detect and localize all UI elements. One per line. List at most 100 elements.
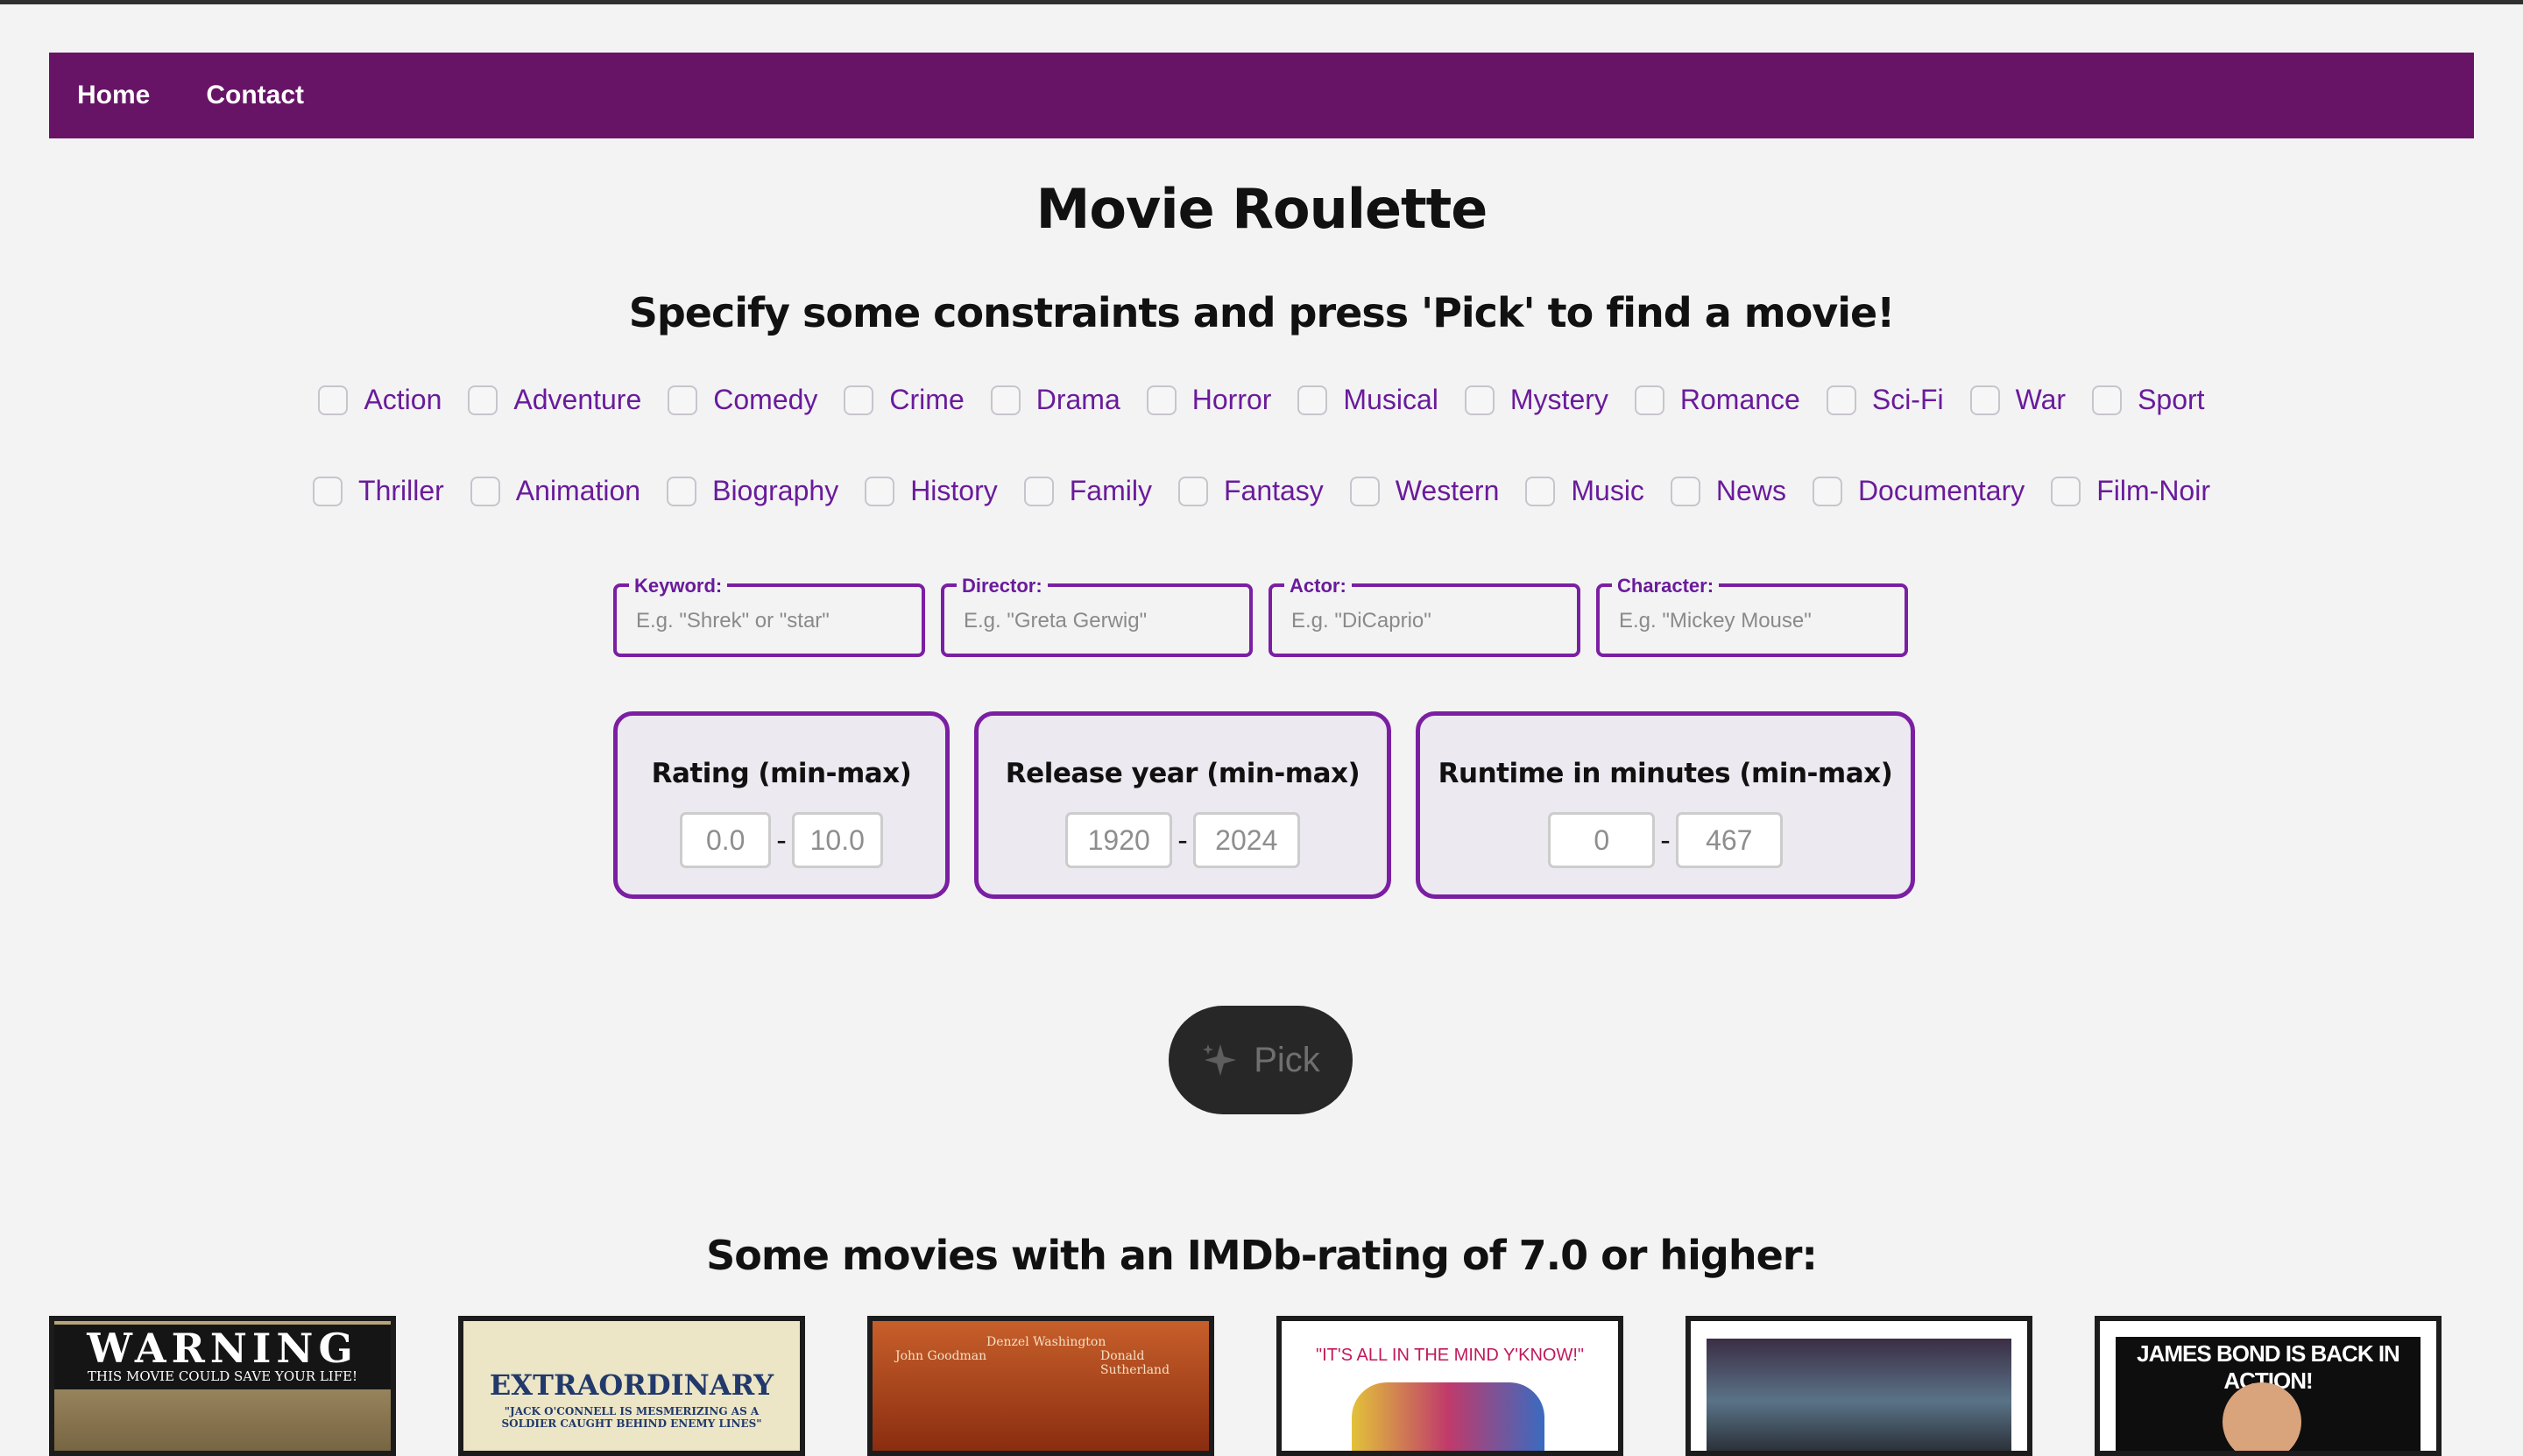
genre-label[interactable]: Thriller [358, 475, 444, 507]
genre-label[interactable]: Musical [1343, 384, 1438, 416]
genre-label[interactable]: Fantasy [1224, 475, 1324, 507]
genre-war[interactable]: War [1969, 384, 2066, 416]
movie-poster[interactable]: EXTRAORDINARY "JACK O'CONNELL IS MESMERI… [458, 1316, 805, 1456]
pick-button[interactable]: Pick [1169, 1006, 1353, 1114]
movie-poster[interactable] [1686, 1316, 2032, 1456]
nav-home-link[interactable]: Home [77, 81, 150, 110]
movie-poster[interactable]: John Goodman Denzel Washington Donald Su… [867, 1316, 1214, 1456]
rating-max-input[interactable]: 10.0 [791, 812, 883, 868]
genre-checkbox[interactable] [1670, 476, 1700, 506]
poster-warning-tagline: THIS MOVIE COULD SAVE YOUR LIFE! [54, 1368, 391, 1389]
genre-checkbox[interactable] [1146, 385, 1177, 415]
genre-label[interactable]: Adventure [513, 384, 641, 416]
genre-checkbox[interactable] [2051, 476, 2081, 506]
genre-romance[interactable]: Romance [1634, 384, 1800, 416]
genre-news[interactable]: News [1670, 475, 1786, 507]
genre-label[interactable]: Western [1396, 475, 1500, 507]
genre-animation[interactable]: Animation [470, 475, 640, 507]
genre-label[interactable]: Biography [712, 475, 838, 507]
genre-checkbox[interactable] [470, 476, 500, 506]
genre-checkbox[interactable] [1023, 476, 1054, 506]
year-min-input[interactable]: 1920 [1065, 812, 1173, 868]
genre-fantasy[interactable]: Fantasy [1177, 475, 1324, 507]
page-subtitle: Specify some constraints and press 'Pick… [628, 289, 1895, 336]
genre-checkbox[interactable] [1349, 476, 1380, 506]
featured-movies-heading: Some movies with an IMDb-rating of 7.0 o… [706, 1232, 1818, 1279]
genre-checkbox[interactable] [844, 385, 874, 415]
poster-artwork [1707, 1339, 2011, 1451]
poster-artwork [1352, 1382, 1544, 1451]
movie-poster[interactable]: JAMES BOND IS BACK IN ACTION! [2095, 1316, 2442, 1456]
genre-label[interactable]: Crime [889, 384, 964, 416]
genre-history[interactable]: History [865, 475, 998, 507]
genre-label[interactable]: History [910, 475, 998, 507]
genre-sport[interactable]: Sport [2092, 384, 2205, 416]
genre-film-noir[interactable]: Film-Noir [2051, 475, 2210, 507]
genre-label[interactable]: Documentary [1858, 475, 2025, 507]
genre-comedy[interactable]: Comedy [668, 384, 817, 416]
genre-label[interactable]: Action [364, 384, 442, 416]
genre-thriller[interactable]: Thriller [313, 475, 444, 507]
genre-music[interactable]: Music [1525, 475, 1644, 507]
poster-credit: John Goodman [895, 1349, 987, 1363]
genre-documentary[interactable]: Documentary [1812, 475, 2025, 507]
genre-checkbox[interactable] [2092, 385, 2123, 415]
genre-checkbox[interactable] [313, 476, 343, 506]
genre-label[interactable]: Drama [1036, 384, 1120, 416]
genre-family[interactable]: Family [1023, 475, 1152, 507]
genre-checkbox[interactable] [667, 476, 697, 506]
director-input[interactable] [962, 608, 1237, 634]
genre-checkbox[interactable] [1297, 385, 1328, 415]
genre-adventure[interactable]: Adventure [468, 384, 641, 416]
genre-checkbox[interactable] [990, 385, 1021, 415]
genre-western[interactable]: Western [1349, 475, 1500, 507]
runtime-max-input[interactable]: 467 [1675, 812, 1783, 868]
genre-checkbox[interactable] [865, 476, 895, 506]
genre-checkbox[interactable] [1812, 476, 1842, 506]
genre-label[interactable]: Family [1070, 475, 1152, 507]
genre-label[interactable]: War [2016, 384, 2066, 416]
genre-checkbox[interactable] [1464, 385, 1495, 415]
genre-mystery[interactable]: Mystery [1464, 384, 1608, 416]
genre-crime[interactable]: Crime [844, 384, 965, 416]
rating-min-input[interactable]: 0.0 [680, 812, 772, 868]
runtime-min-input[interactable]: 0 [1548, 812, 1656, 868]
genre-label[interactable]: Animation [516, 475, 640, 507]
actor-label: Actor: [1284, 575, 1352, 597]
actor-input[interactable] [1290, 608, 1565, 634]
keyword-input[interactable] [634, 608, 909, 634]
movie-poster[interactable]: "IT'S ALL IN THE MIND Y'KNOW!" [1276, 1316, 1623, 1456]
genre-checkbox[interactable] [1826, 385, 1856, 415]
genre-label[interactable]: Sci-Fi [1872, 384, 1944, 416]
genre-checkbox[interactable] [318, 385, 349, 415]
character-input[interactable] [1617, 608, 1892, 634]
genre-checkbox[interactable] [668, 385, 698, 415]
genre-label[interactable]: Music [1571, 475, 1644, 507]
nav-contact-link[interactable]: Contact [206, 81, 304, 110]
genre-checkbox[interactable] [1177, 476, 1208, 506]
genre-biography[interactable]: Biography [667, 475, 838, 507]
genre-label[interactable]: News [1716, 475, 1786, 507]
genre-checkbox[interactable] [1634, 385, 1664, 415]
genre-horror[interactable]: Horror [1146, 384, 1272, 416]
genre-row-2: Thriller Animation Biography History Family F… [0, 475, 2523, 507]
genre-label[interactable]: Mystery [1510, 384, 1608, 416]
genre-musical[interactable]: Musical [1297, 384, 1438, 416]
genre-label[interactable]: Romance [1680, 384, 1800, 416]
actor-field: Actor: [1269, 575, 1580, 657]
genre-label[interactable]: Horror [1192, 384, 1272, 416]
runtime-range: Runtime in minutes (min-max) 0 - 467 [1416, 711, 1915, 899]
genre-label[interactable]: Sport [2138, 384, 2204, 416]
rating-range: Rating (min-max) 0.0 - 10.0 [613, 711, 950, 899]
movie-poster[interactable]: WARNING THIS MOVIE COULD SAVE YOUR LIFE! [49, 1316, 396, 1456]
year-max-input[interactable]: 2024 [1192, 812, 1300, 868]
genre-drama[interactable]: Drama [990, 384, 1120, 416]
genre-checkbox[interactable] [1969, 385, 2000, 415]
genre-label[interactable]: Film-Noir [2096, 475, 2210, 507]
year-range: Release year (min-max) 1920 - 2024 [974, 711, 1391, 899]
genre-label[interactable]: Comedy [713, 384, 817, 416]
genre-checkbox[interactable] [1525, 476, 1556, 506]
genre-checkbox[interactable] [468, 385, 498, 415]
genre-action[interactable]: Action [318, 384, 442, 416]
genre-sci-fi[interactable]: Sci-Fi [1826, 384, 1944, 416]
